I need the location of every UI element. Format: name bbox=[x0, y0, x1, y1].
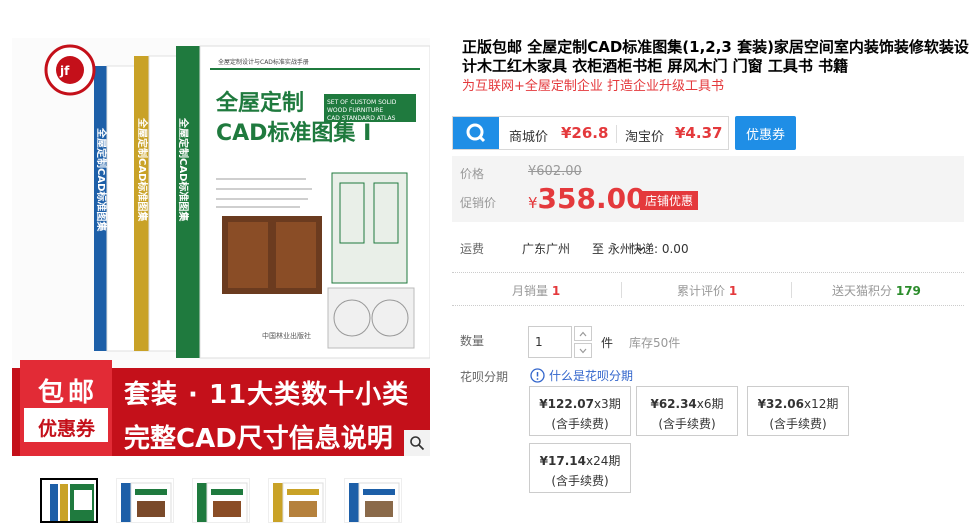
zoom-button[interactable] bbox=[404, 430, 430, 456]
original-price: ¥602.00 bbox=[528, 164, 582, 179]
installment-periods: x24期 bbox=[585, 454, 621, 468]
thumbnail-4[interactable] bbox=[268, 478, 326, 523]
taobao-price-label: 淘宝价 bbox=[625, 130, 665, 145]
promo-line-1: 套装 · 11大类数十小类 bbox=[124, 380, 410, 410]
svg-text:全屋定制CAD标准图集: 全屋定制CAD标准图集 bbox=[95, 127, 108, 232]
youhuiquan-text: 优惠券 bbox=[38, 418, 96, 440]
tmall-points-value: 179 bbox=[895, 284, 921, 298]
thumbnail-image bbox=[50, 484, 94, 521]
magnifier-icon bbox=[410, 436, 425, 451]
installment-option-3[interactable]: ¥122.07x3期 (含手续费) bbox=[529, 386, 631, 436]
quantity-row: 数量 件 库存50件 bbox=[452, 326, 964, 360]
svg-text:WOOD FURNITURE: WOOD FURNITURE bbox=[327, 107, 383, 114]
installment-fee-note: (含手续费) bbox=[769, 417, 827, 431]
monthly-sales: 月销量 1 bbox=[512, 282, 560, 299]
total-reviews-value: 1 bbox=[728, 284, 738, 298]
installment-option-12[interactable]: ¥32.06x12期 (含手续费) bbox=[747, 386, 849, 436]
product-subtitle: 为互联网+全屋定制企业 打造企业升级工具书 bbox=[462, 79, 725, 94]
sale-price: ¥358.00 bbox=[528, 182, 646, 215]
quantity-stepper bbox=[574, 326, 592, 358]
coupon-button[interactable]: 优惠券 bbox=[735, 116, 796, 150]
thumbnail-5[interactable] bbox=[344, 478, 402, 523]
huabei-help-text: 什么是花呗分期 bbox=[549, 369, 634, 383]
tmall-points-label: 送天猫积分 bbox=[832, 284, 893, 298]
installment-fee-note: (含手续费) bbox=[551, 417, 609, 431]
quantity-unit: 件 bbox=[601, 336, 614, 350]
svg-text:jf: jf bbox=[59, 64, 70, 78]
taobao-price-value[interactable]: ¥4.37 bbox=[675, 124, 722, 142]
quantity-decrease-button[interactable] bbox=[574, 343, 592, 358]
mall-price-label: 商城价 bbox=[509, 130, 549, 145]
shop-discount-badge[interactable]: 店铺优惠 bbox=[640, 191, 699, 210]
price-box: 价格 ¥602.00 促销价 ¥358.00 店铺优惠 bbox=[452, 156, 964, 222]
huabei-installments: 花呗分期 什么是花呗分期 ¥122.07x3期 (含手续费) ¥62.34x6期… bbox=[452, 366, 964, 496]
currency-symbol: ¥ bbox=[528, 194, 538, 212]
installment-fee-note: (含手续费) bbox=[551, 474, 609, 488]
stats-divider bbox=[791, 282, 792, 298]
svg-text:中国林业出版社: 中国林业出版社 bbox=[262, 331, 311, 340]
installment-fee-note: (含手续费) bbox=[658, 417, 716, 431]
installment-amount: ¥122.07 bbox=[539, 397, 594, 411]
svg-text:全屋定制: 全屋定制 bbox=[215, 90, 304, 116]
quantity-label: 数量 bbox=[460, 334, 485, 348]
thumbnail-image bbox=[121, 482, 172, 522]
installment-periods: x3期 bbox=[593, 397, 621, 411]
main-product-image[interactable]: 全屋定制设计与CAD标准实战手册 全屋定制 CAD标准图集 I SET OF C… bbox=[12, 38, 430, 456]
thumbnail-1[interactable] bbox=[40, 478, 98, 523]
installment-periods: x12期 bbox=[803, 397, 839, 411]
svg-text:全屋定制CAD标准图集: 全屋定制CAD标准图集 bbox=[136, 117, 149, 222]
svg-text:CAD标准图集 I: CAD标准图集 I bbox=[216, 120, 371, 146]
chevron-down-icon bbox=[579, 348, 587, 353]
product-gallery: 全屋定制设计与CAD标准实战手册 全屋定制 CAD标准图集 I SET OF C… bbox=[0, 0, 440, 523]
huabei-label: 花呗分期 bbox=[460, 370, 509, 384]
thumbnail-image bbox=[197, 482, 248, 522]
shipping-fee: 快递: 0.00 bbox=[630, 242, 689, 256]
quantity-increase-button[interactable] bbox=[574, 326, 592, 341]
free-shipping-coupon-badge: 包邮 优惠券 bbox=[20, 368, 120, 456]
thumbnail-image bbox=[273, 482, 324, 522]
chevron-up-icon bbox=[579, 331, 587, 336]
original-price-label: 价格 bbox=[460, 167, 485, 181]
baoyou-text: 包邮 bbox=[38, 378, 99, 408]
svg-text:SET OF CUSTOM SOLID: SET OF CUSTOM SOLID bbox=[327, 99, 397, 106]
shipping-destination: 至 永州 bbox=[592, 242, 632, 256]
installment-amount: ¥32.06 bbox=[757, 397, 804, 411]
monthly-sales-value: 1 bbox=[551, 284, 561, 298]
shipping-origin: 广东广州 bbox=[522, 242, 571, 256]
quantity-input[interactable] bbox=[528, 326, 572, 358]
sale-price-value: 358.00 bbox=[537, 182, 646, 215]
sale-price-label: 促销价 bbox=[460, 196, 497, 210]
shipping-label: 运费 bbox=[460, 242, 485, 256]
compare-logo bbox=[453, 117, 499, 149]
stock-count: 库存50件 bbox=[629, 336, 681, 350]
installment-periods: x6期 bbox=[696, 397, 724, 411]
tmall-points: 送天猫积分 179 bbox=[832, 282, 921, 299]
huabei-help-link[interactable]: 什么是花呗分期 bbox=[530, 367, 633, 384]
installment-amount: ¥17.14 bbox=[539, 454, 586, 468]
shipping-row: 运费 广东广州 至 永州 快递: 0.00 bbox=[452, 232, 964, 262]
installment-amount: ¥62.34 bbox=[650, 397, 697, 411]
compare-divider bbox=[616, 125, 617, 143]
total-reviews[interactable]: 累计评价 1 bbox=[677, 282, 737, 299]
product-details: 正版包邮 全屋定制CAD标准图集(1,2,3 套装)家居空间室内装饰装修软装设计… bbox=[452, 0, 972, 523]
stats-divider bbox=[621, 282, 622, 298]
search-compare-icon bbox=[466, 123, 486, 143]
sales-stats: 月销量 1 累计评价 1 送天猫积分 179 bbox=[452, 272, 964, 306]
installment-option-24[interactable]: ¥17.14x24期 (含手续费) bbox=[529, 443, 631, 493]
monthly-sales-label: 月销量 bbox=[512, 284, 549, 298]
installment-option-6[interactable]: ¥62.34x6期 (含手续费) bbox=[636, 386, 738, 436]
mall-price-value[interactable]: ¥26.8 bbox=[561, 124, 608, 142]
price-compare-bar: 商城价 ¥26.8 淘宝价 ¥4.37 bbox=[452, 116, 729, 150]
thumbnail-3[interactable] bbox=[192, 478, 250, 523]
total-reviews-label: 累计评价 bbox=[677, 284, 726, 298]
promo-line-2: 完整CAD尺寸信息说明 bbox=[124, 424, 393, 454]
svg-text:全屋定制CAD标准图集: 全屋定制CAD标准图集 bbox=[177, 117, 190, 222]
thumbnail-strip bbox=[40, 478, 430, 523]
info-icon bbox=[530, 368, 545, 383]
svg-text:CAD STANDARD ATLAS: CAD STANDARD ATLAS bbox=[327, 115, 396, 122]
thumbnail-2[interactable] bbox=[116, 478, 174, 523]
product-title: 正版包邮 全屋定制CAD标准图集(1,2,3 套装)家居空间室内装饰装修软装设计… bbox=[462, 38, 969, 75]
thumbnail-image bbox=[349, 482, 400, 522]
svg-text:全屋定制设计与CAD标准实战手册: 全屋定制设计与CAD标准实战手册 bbox=[218, 58, 309, 66]
